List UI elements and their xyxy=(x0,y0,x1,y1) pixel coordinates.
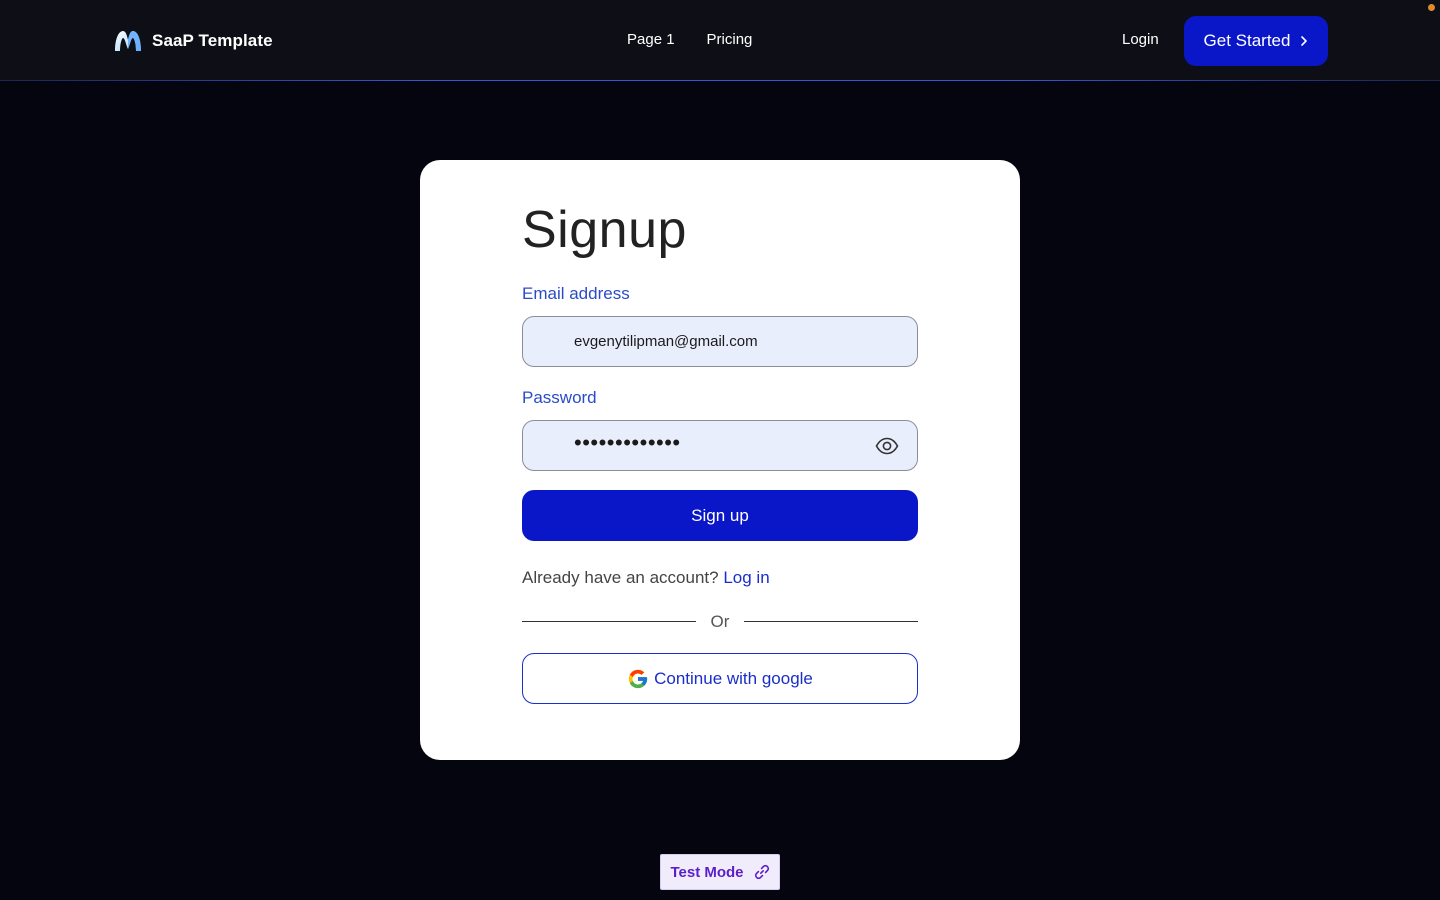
get-started-button[interactable]: Get Started xyxy=(1184,16,1328,66)
google-button-label: Continue with google xyxy=(654,668,813,688)
continue-with-google-button[interactable]: Continue with google xyxy=(522,653,918,704)
email-field[interactable] xyxy=(574,333,854,350)
notification-dot xyxy=(1428,4,1435,11)
main-nav: Page 1 Pricing xyxy=(627,31,752,48)
already-have-account: Already have an account? Log in xyxy=(522,568,770,588)
nav-link-pricing[interactable]: Pricing xyxy=(707,31,753,48)
get-started-label: Get Started xyxy=(1203,31,1291,50)
test-mode-badge[interactable]: Test Mode xyxy=(660,854,780,890)
m-logo-icon xyxy=(115,31,141,51)
google-icon xyxy=(628,669,648,688)
already-text: Already have an account? xyxy=(522,568,719,587)
page-title: Signup xyxy=(522,201,687,259)
or-divider: Or xyxy=(522,612,918,632)
sign-up-button[interactable]: Sign up xyxy=(522,490,918,541)
eye-icon[interactable] xyxy=(875,435,899,457)
brand-name: SaaP Template xyxy=(152,31,273,50)
password-value: ••••••••••••• xyxy=(574,429,681,455)
link-icon xyxy=(754,864,769,880)
top-navigation-bar: SaaP Template Page 1 Pricing Login Get S… xyxy=(0,0,1440,81)
signup-card: Signup Email address Password ••••••••••… xyxy=(420,160,1020,760)
divider-text: Or xyxy=(710,612,730,631)
email-field-wrapper xyxy=(522,316,918,367)
password-field[interactable]: ••••••••••••• xyxy=(522,420,918,471)
test-mode-label: Test Mode xyxy=(670,863,744,881)
nav-link-page-1[interactable]: Page 1 xyxy=(627,31,675,48)
header-login-link[interactable]: Login xyxy=(1122,31,1159,48)
email-label: Email address xyxy=(522,284,630,303)
log-in-link[interactable]: Log in xyxy=(723,568,769,587)
divider-line-right xyxy=(744,621,918,622)
brand[interactable]: SaaP Template xyxy=(113,28,273,54)
chevron-right-icon xyxy=(1301,36,1308,46)
password-label: Password xyxy=(522,388,597,407)
